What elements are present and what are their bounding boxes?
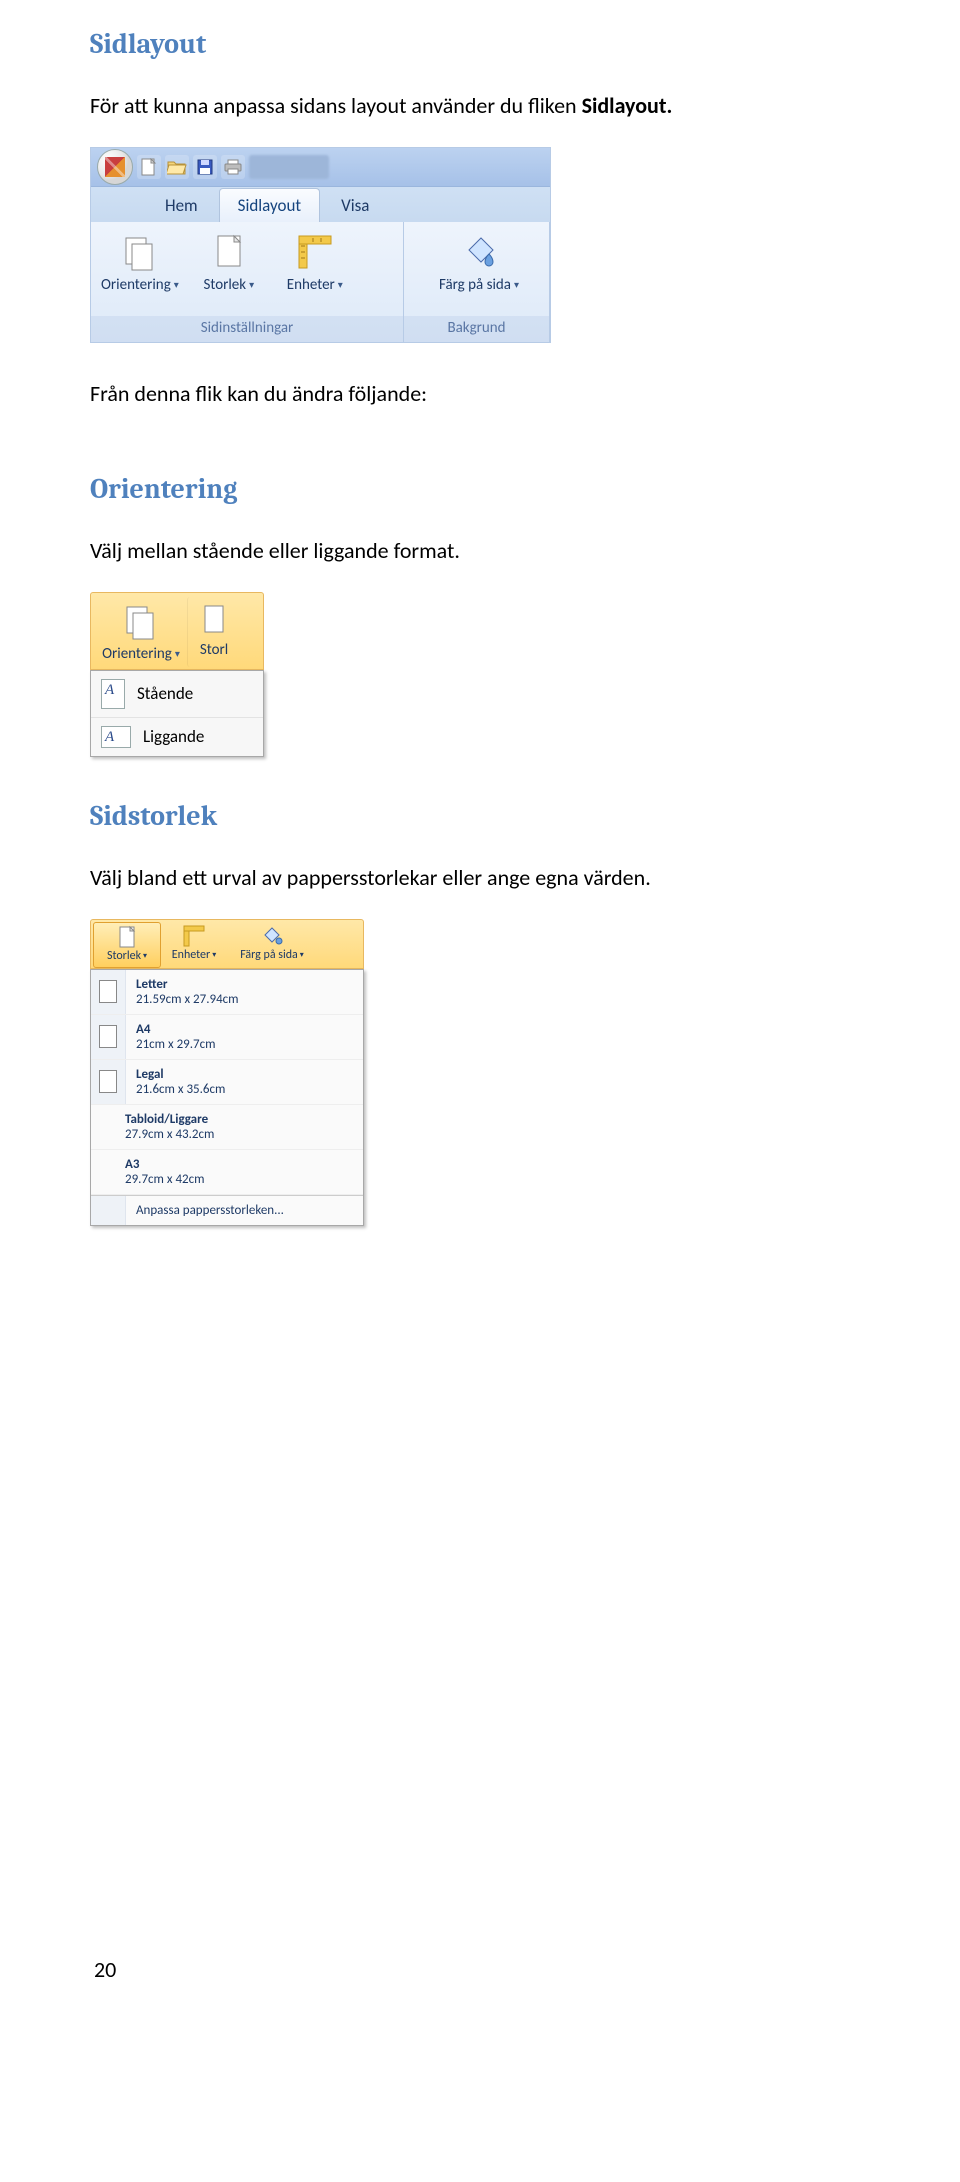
orientering-button[interactable]: Orientering▾ [95,228,185,316]
legal-dim: 21.6cm x 35.6cm [136,1082,225,1097]
new-doc-icon[interactable] [137,155,161,179]
letter-dim: 21.59cm x 27.94cm [136,992,239,1007]
intro-paragraph: För att kunna anpassa sidans layout anvä… [90,90,870,122]
enheter-top-button[interactable]: Enheter▾ [161,922,227,968]
open-folder-icon[interactable] [165,155,189,179]
a4-name: A4 [136,1022,216,1037]
heading-sidstorlek: Sidstorlek [90,800,870,832]
chevron-down-icon: ▾ [300,950,304,960]
blurred-area [249,155,329,179]
orientering-icon [120,232,160,272]
chevron-down-icon: ▾ [143,951,147,961]
storlek-partial-button[interactable]: Storl [187,597,240,667]
a4-dim: 21cm x 29.7cm [136,1037,216,1052]
tabloid-dim: 27.9cm x 43.2cm [125,1127,214,1142]
page-number: 20 [90,1956,870,1983]
tab-hem[interactable]: Hem [146,188,217,222]
ribbon-tabs-row: Hem Sidlayout Visa [91,187,550,222]
chevron-down-icon: ▾ [174,278,179,291]
liggande-option[interactable]: A Liggande [91,718,263,756]
enheter-button[interactable]: Enheter▾ [273,228,357,316]
staende-option[interactable]: A Stående [91,671,263,718]
orientering-label: Orientering [101,276,171,294]
heading-sidlayout: Sidlayout [90,28,870,60]
letter-size[interactable]: Letter21.59cm x 27.94cm [91,970,363,1015]
storlek-icon [209,232,249,272]
tabloid-name: Tabloid/Liggare [125,1112,214,1127]
legal-size[interactable]: Legal21.6cm x 35.6cm [91,1060,363,1105]
size-dropdown-screenshot: Storlek▾ Enheter▾ Färg på sida▾ Letter21… [90,919,364,1226]
chevron-down-icon: ▾ [212,950,216,960]
custom-size-option[interactable]: Anpassa pappersstorleken... [91,1195,363,1225]
intro-bold: Sidlayout. [582,92,673,119]
group-caption-bakgrund: Bakgrund [404,316,549,342]
office-orb-icon[interactable] [97,149,133,185]
size-dropdown-header: Storlek▾ Enheter▾ Färg på sida▾ [90,919,364,969]
heading-orientering: Orientering [90,473,870,505]
size-menu: Letter21.59cm x 27.94cm A421cm x 29.7cm … [90,969,364,1226]
orientering-open-label: Orientering [102,645,172,663]
page-icon [99,1025,117,1048]
page-icon [99,1070,117,1093]
landscape-page-icon: A [101,726,131,748]
orientering-icon [121,601,161,641]
ribbon-screenshot: Hem Sidlayout Visa Orientering▾ [90,147,551,343]
a3-dim: 29.7cm x 42cm [125,1172,205,1187]
custom-size-label: Anpassa pappersstorleken... [126,1196,284,1225]
orientation-dropdown-screenshot: Orientering▾ Storl A Stående A Liggande [90,592,264,757]
page-icon [99,980,117,1003]
chevron-down-icon: ▾ [514,278,519,291]
print-icon[interactable] [221,155,245,179]
tabloid-size[interactable]: Tabloid/Liggare27.9cm x 43.2cm [91,1105,363,1150]
bucket-icon [459,232,499,272]
enheter-label: Enheter [287,276,335,294]
quick-access-toolbar [91,148,550,187]
farg-top-button[interactable]: Färg på sida▾ [227,922,317,968]
storlek-button[interactable]: Storlek▾ [187,228,271,316]
enheter-top-label: Enheter [172,948,210,962]
intro-pre: För att kunna anpassa sidans layout anvä… [90,92,582,119]
fran-flik-paragraph: Från denna flik kan du ändra följande: [90,378,870,410]
storlek-label: Storlek [203,276,246,294]
enheter-icon [295,232,335,272]
orientering-button-open[interactable]: Orientering▾ [95,597,187,667]
tab-visa[interactable]: Visa [322,188,388,222]
portrait-page-icon: A [101,679,125,709]
ribbon-group-sidinstallningar: Orientering▾ Storlek▾ Enheter▾ [91,222,404,342]
orientering-paragraph: Välj mellan stående eller liggande forma… [90,535,870,567]
a3-size[interactable]: A329.7cm x 42cm [91,1150,363,1195]
farg-top-label: Färg på sida [240,948,298,962]
group-caption-sidinstallningar: Sidinställningar [91,316,403,342]
a3-name: A3 [125,1157,205,1172]
storlek-top-label: Storlek [107,949,141,963]
farg-pa-sida-button[interactable]: Färg på sida▾ [408,228,550,316]
storlek-icon [117,925,137,949]
ribbon-group-bakgrund: Färg på sida▾ Bakgrund [404,222,550,342]
chevron-down-icon: ▾ [338,278,343,291]
chevron-down-icon: ▾ [175,647,180,660]
farg-label: Färg på sida [439,276,511,294]
tab-sidlayout[interactable]: Sidlayout [219,188,320,222]
liggande-label: Liggande [143,726,204,747]
bucket-icon [260,924,284,948]
storlek-top-button[interactable]: Storlek▾ [93,922,161,968]
letter-name: Letter [136,977,239,992]
staende-label: Stående [137,683,193,704]
storlek-partial-label: Storl [200,641,228,659]
storlek-icon [202,603,226,637]
chevron-down-icon: ▾ [249,278,254,291]
enheter-icon [182,924,206,948]
sidstorlek-paragraph: Välj bland ett urval av pappersstorlekar… [90,862,870,894]
orientation-menu: A Stående A Liggande [90,670,264,757]
a4-size[interactable]: A421cm x 29.7cm [91,1015,363,1060]
legal-name: Legal [136,1067,225,1082]
save-icon[interactable] [193,155,217,179]
